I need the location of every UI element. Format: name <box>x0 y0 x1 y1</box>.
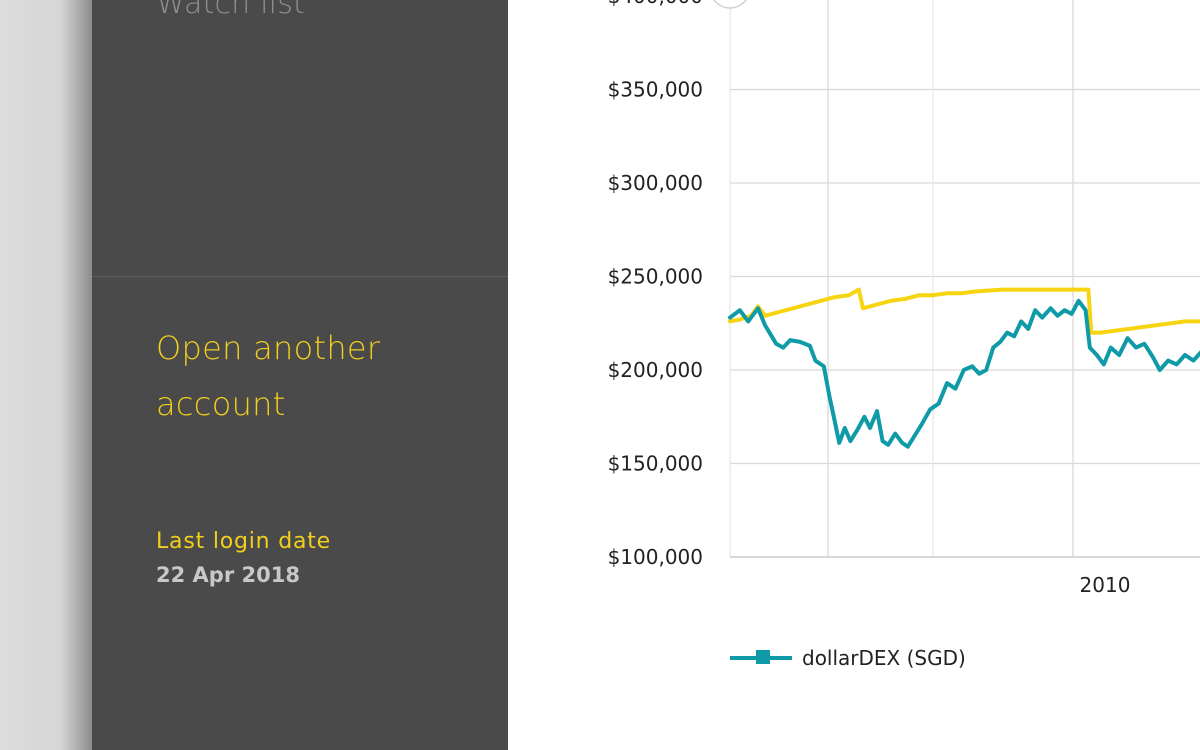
y-tick-label: $350,000 <box>608 78 703 102</box>
x-tick-label: 2010 <box>1080 573 1131 597</box>
legend-series-symbol <box>730 644 792 672</box>
series-line-dollardex <box>728 298 1200 449</box>
y-tick-label: $250,000 <box>608 265 703 289</box>
sidebar-divider <box>92 276 508 277</box>
series-line-benchmark <box>728 287 1200 335</box>
legend-square-marker <box>756 650 770 664</box>
left-gutter <box>0 0 92 750</box>
sidebar-item-watch-list[interactable]: Watch list <box>156 0 305 21</box>
performance-chart: $400,000 $350,000 $300,000 $250,000 $200,000… <box>608 0 1200 597</box>
open-another-account-link[interactable]: Open another account <box>156 320 456 432</box>
y-tick-label: $200,000 <box>608 358 703 382</box>
y-tick-label: $150,000 <box>608 452 703 476</box>
last-login-value: 22 Apr 2018 <box>156 563 300 587</box>
legend-series-label: dollarDEX (SGD) <box>802 646 966 670</box>
chart-top-handle <box>713 0 747 9</box>
y-tick-label: $300,000 <box>608 171 703 195</box>
y-tick-label: $100,000 <box>608 545 703 569</box>
chart-legend[interactable]: dollarDEX (SGD) <box>730 644 966 672</box>
sidebar: Watch list Open another account Last log… <box>92 0 508 750</box>
y-tick-label: $400,000 <box>608 0 703 8</box>
last-login-label: Last login date <box>156 529 332 554</box>
